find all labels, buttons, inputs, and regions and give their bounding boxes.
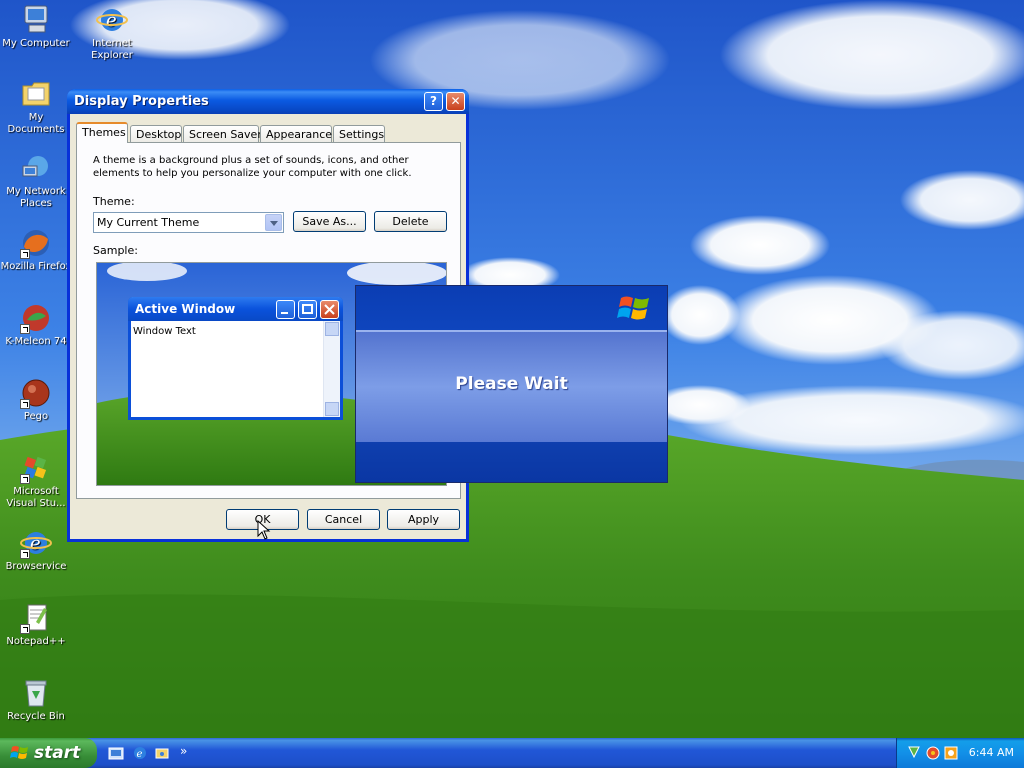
theme-dropdown-value: My Current Theme: [97, 216, 200, 229]
network-icon[interactable]: [907, 745, 921, 761]
network-places-icon: [20, 152, 52, 184]
desktop-icon-firefox[interactable]: Mozilla Firefox: [0, 227, 72, 273]
icon-label: Browservice: [5, 561, 67, 572]
volume-icon[interactable]: [943, 745, 959, 761]
k-meleon-icon: [20, 302, 52, 334]
show-desktop-icon[interactable]: [108, 745, 124, 761]
chevron-down-icon[interactable]: [265, 214, 282, 231]
recycle-bin-icon: [20, 677, 52, 709]
sample-scrollbar: [323, 321, 340, 417]
minimize-icon: [276, 300, 295, 319]
sample-window-text: Window Text: [133, 326, 196, 337]
desktop-icon-k-meleon[interactable]: K-Meleon 74: [0, 302, 72, 348]
icon-label: Pego: [23, 411, 49, 422]
desktop-icon-pego[interactable]: Pego: [0, 377, 72, 423]
tab-desktop[interactable]: Desktop: [130, 125, 182, 142]
pego-icon: [20, 377, 52, 409]
tab-screen-saver[interactable]: Screen Saver: [183, 125, 262, 142]
save-as-button[interactable]: Save As...: [293, 211, 366, 232]
quick-launch-chevron[interactable]: »: [180, 744, 187, 758]
my-documents-icon: [20, 78, 52, 110]
desktop-icon-network-places[interactable]: My Network Places: [0, 152, 72, 210]
icon-label: K-Meleon 74: [5, 336, 67, 347]
firefox-icon: [20, 227, 52, 259]
maximize-icon: [298, 300, 317, 319]
close-button[interactable]: ✕: [446, 92, 465, 111]
icon-label: Microsoft Visual Stu...: [6, 486, 66, 509]
please-wait-dialog: Please Wait: [355, 285, 668, 483]
desktop-icon-my-computer[interactable]: My Computer: [0, 4, 72, 50]
icon-label: My Network Places: [6, 186, 66, 209]
start-label: start: [34, 743, 81, 763]
internet-explorer-icon: e: [96, 4, 128, 36]
close-icon: [320, 300, 339, 319]
theme-label: Theme:: [93, 195, 135, 208]
cancel-button[interactable]: Cancel: [307, 509, 380, 530]
windows-logo-icon: [10, 746, 28, 759]
svg-text:e: e: [30, 533, 41, 554]
apply-button[interactable]: Apply: [387, 509, 460, 530]
icon-label: My Documents: [7, 112, 65, 135]
scroll-up-icon: [325, 322, 339, 336]
theme-description: A theme is a background plus a set of so…: [93, 155, 412, 179]
start-button[interactable]: start: [0, 738, 97, 768]
icon-label: Internet Explorer: [91, 38, 133, 61]
icon-label: Mozilla Firefox: [0, 261, 72, 272]
notepad-plus-plus-icon: [20, 602, 52, 634]
window-title: Display Properties: [74, 94, 209, 109]
tab-settings[interactable]: Settings: [333, 125, 385, 142]
tab-appearance[interactable]: Appearance: [260, 125, 332, 142]
my-computer-icon: [20, 4, 52, 36]
desktop-icon-visual-studio[interactable]: Microsoft Visual Stu...: [0, 452, 72, 510]
desktop-icon-browservice[interactable]: e Browservice: [0, 527, 72, 573]
please-wait-footer: [356, 442, 667, 482]
svg-text:e: e: [137, 749, 143, 760]
desktop-icon-my-documents[interactable]: My Documents: [0, 78, 72, 136]
tab-themes[interactable]: Themes: [76, 122, 128, 143]
help-button[interactable]: ?: [424, 92, 443, 111]
taskbar: start e » 6:44 AM: [0, 738, 1024, 768]
security-icon[interactable]: [925, 745, 941, 761]
desktop-icon-recycle-bin[interactable]: Recycle Bin: [0, 677, 72, 723]
sample-active-window: Active Window Window Text: [128, 297, 343, 420]
desktop-icon-notepad-plus-plus[interactable]: Notepad++: [0, 602, 72, 648]
desktop[interactable]: My Computer e Internet Explorer My Docum…: [0, 0, 1024, 738]
desktop-icon-internet-explorer[interactable]: e Internet Explorer: [76, 4, 148, 62]
system-tray: 6:44 AM: [896, 738, 1024, 768]
svg-text:e: e: [106, 10, 117, 31]
mouse-cursor-icon: [257, 520, 271, 540]
icon-label: Recycle Bin: [7, 711, 65, 722]
please-wait-message: Please Wait: [455, 374, 568, 394]
delete-button[interactable]: Delete: [374, 211, 447, 232]
internet-explorer-icon[interactable]: e: [132, 745, 148, 761]
sample-window-title: Active Window: [135, 302, 236, 316]
theme-dropdown[interactable]: My Current Theme: [93, 212, 284, 233]
icon-label: My Computer: [2, 38, 70, 49]
windows-flag-icon: [617, 296, 649, 320]
browservice-icon: e: [20, 527, 52, 559]
sample-titlebar: Active Window: [128, 297, 343, 321]
please-wait-header: [356, 286, 667, 330]
system-clock[interactable]: 6:44 AM: [969, 746, 1014, 759]
sample-label: Sample:: [93, 244, 138, 257]
windows-explorer-icon[interactable]: [154, 745, 170, 761]
visual-studio-icon: [20, 452, 52, 484]
scroll-down-icon: [325, 402, 339, 416]
icon-label: Notepad++: [6, 636, 66, 647]
window-titlebar[interactable]: Display Properties ? ✕: [67, 89, 469, 114]
